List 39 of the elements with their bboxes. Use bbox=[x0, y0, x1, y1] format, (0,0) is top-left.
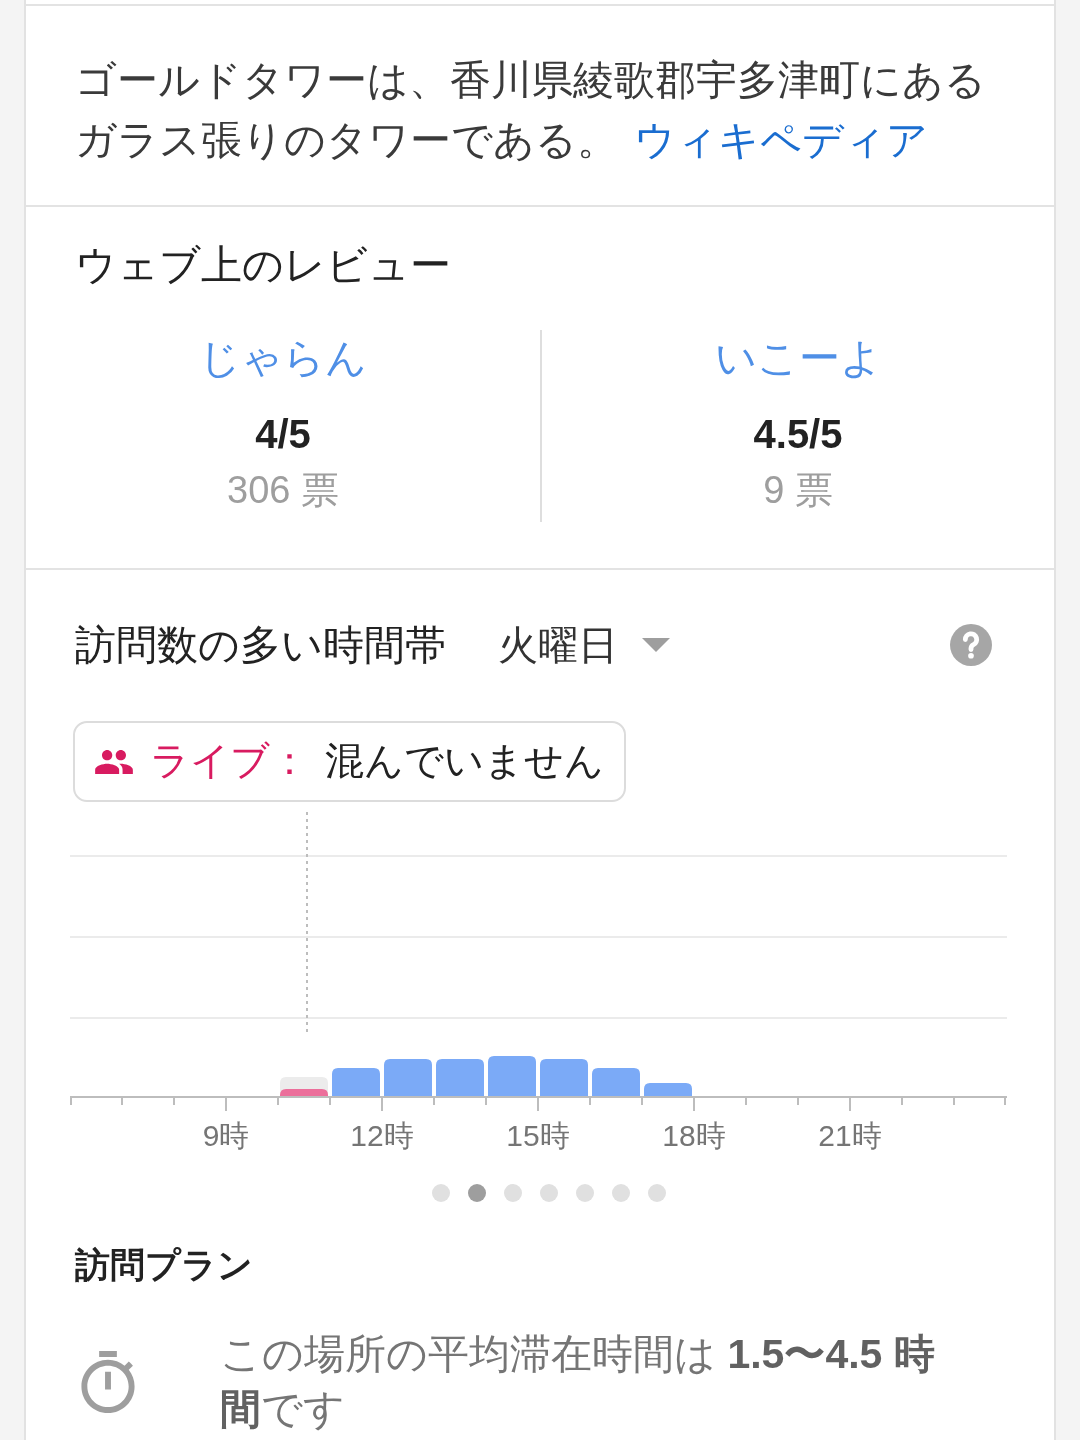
hour-bar bbox=[592, 1068, 640, 1097]
votes-count: 9 票 bbox=[763, 468, 833, 513]
page-dot-icon[interactable] bbox=[432, 1184, 450, 1202]
stopwatch-icon bbox=[80, 1351, 136, 1413]
help-icon[interactable] bbox=[950, 624, 992, 666]
caret-icon bbox=[642, 638, 670, 652]
hour-label: 12時 bbox=[350, 1119, 414, 1152]
page-dot-icon[interactable] bbox=[612, 1184, 630, 1202]
hour-bar bbox=[384, 1059, 432, 1097]
wikipedia-link[interactable]: ウィキペディア bbox=[634, 117, 929, 163]
page-dot-icon[interactable] bbox=[504, 1184, 522, 1202]
visit-duration-text: この場所の平均滞在時間は 1.5〜4.5 時間です bbox=[220, 1330, 936, 1434]
section-title: 訪問プラン bbox=[75, 1244, 254, 1286]
hour-bar bbox=[332, 1068, 380, 1097]
day-dropdown[interactable]: 火曜日 bbox=[498, 615, 670, 675]
hour-label: 18時 bbox=[662, 1119, 726, 1152]
hour-label: 9時 bbox=[202, 1119, 250, 1152]
page-dot-icon[interactable] bbox=[540, 1184, 558, 1202]
page-dot-icon[interactable] bbox=[468, 1184, 486, 1202]
hour-bar bbox=[644, 1083, 692, 1097]
review-source-link[interactable]: いこーよ bbox=[714, 330, 882, 386]
hour-bar bbox=[436, 1059, 484, 1097]
votes-count: 306 票 bbox=[227, 468, 339, 513]
section-title: 訪問数の多い時間帯 bbox=[75, 621, 446, 670]
hour-bar bbox=[540, 1059, 588, 1097]
live-bar bbox=[280, 1089, 328, 1097]
people-icon bbox=[95, 749, 133, 774]
live-label: ライブ： bbox=[150, 738, 309, 785]
rating-text: 4.5/5 bbox=[753, 411, 843, 458]
review-source-link[interactable]: じゃらん bbox=[199, 330, 367, 386]
rating-text: 4/5 bbox=[255, 411, 311, 458]
live-status-text: 混んでいません bbox=[325, 738, 604, 785]
hour-label: 15時 bbox=[506, 1119, 570, 1152]
hour-bar bbox=[488, 1056, 536, 1097]
page-dot-icon[interactable] bbox=[648, 1184, 666, 1202]
description-text: ゴールドタワーは、香川県綾歌郡宇多津町にあるガラス張りのタワーである。 ウィキペディア bbox=[75, 56, 987, 165]
page-dot-icon[interactable] bbox=[576, 1184, 594, 1202]
section-title: ウェブ上のレビュー bbox=[74, 241, 452, 290]
hour-label: 21時 bbox=[818, 1119, 882, 1152]
